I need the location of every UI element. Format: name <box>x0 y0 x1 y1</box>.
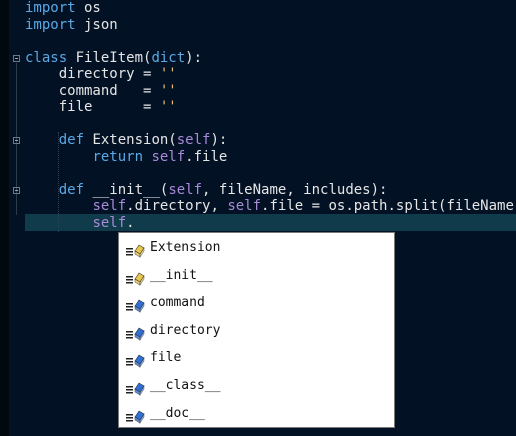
code-token: ): <box>185 49 203 66</box>
code-token: class <box>25 49 68 66</box>
field-icon <box>125 296 147 314</box>
code-line: directory = '' <box>25 66 177 83</box>
code-token: return <box>92 148 144 165</box>
field-icon <box>125 351 147 369</box>
code-token: def <box>58 181 85 198</box>
code-token: self <box>92 214 127 231</box>
code-token: file = <box>25 99 160 115</box>
code-line: def __init__(self, fileName, includes): <box>25 181 388 199</box>
field-icon <box>125 324 147 341</box>
code-token: command = <box>25 82 160 99</box>
method-icon <box>125 241 147 258</box>
code-token: dict <box>151 49 186 66</box>
code-line: return self.file <box>25 149 227 166</box>
autocomplete-popup[interactable]: Extension __init__command directory file __c… <box>118 232 395 428</box>
code-token: self <box>92 198 127 214</box>
code-token: .file = os.path.split(fileName) <box>261 198 516 214</box>
code-token: os <box>75 0 101 16</box>
code-token: directory = <box>25 66 160 82</box>
method-icon <box>125 269 147 286</box>
code-line: import json <box>25 17 118 34</box>
code-token: self <box>151 148 186 165</box>
code-token: __init__( <box>84 181 169 198</box>
autocomplete-item[interactable]: directory <box>119 317 394 344</box>
code-token: self <box>168 181 203 198</box>
autocomplete-item-label: __class__ <box>150 378 221 393</box>
autocomplete-item-label: __doc__ <box>150 405 205 421</box>
fold-toggle-extension[interactable] <box>13 137 20 144</box>
autocomplete-item[interactable]: __class__ <box>119 372 394 399</box>
field-icon <box>125 379 147 396</box>
fold-toggle-class[interactable] <box>13 55 20 62</box>
code-token: '' <box>159 66 177 82</box>
code-token: json <box>75 16 118 33</box>
code-token: ): <box>210 132 228 148</box>
code-token: .file <box>185 148 228 165</box>
code-token: '' <box>159 99 177 115</box>
autocomplete-item-label: __init__ <box>150 267 213 283</box>
code-line: def Extension(self): <box>25 132 228 149</box>
autocomplete-item-label: file <box>150 350 182 366</box>
autocomplete-item[interactable]: file <box>119 344 394 371</box>
editor-gutter <box>0 0 9 436</box>
autocomplete-item-label: command <box>150 295 205 311</box>
code-token: self <box>176 132 211 148</box>
autocomplete-item[interactable]: __init__ <box>119 262 394 289</box>
code-line: self. <box>25 214 135 232</box>
code-token: . <box>126 214 135 231</box>
code-token: Extension( <box>84 132 177 148</box>
autocomplete-item[interactable]: __doc__ <box>119 400 394 427</box>
code-token: import <box>25 0 76 16</box>
code-token: '' <box>159 82 177 99</box>
code-line: import os <box>25 0 101 17</box>
code-token: , fileName, includes): <box>202 181 388 198</box>
code-token: .directory, <box>126 198 228 214</box>
code-line: file = '' <box>25 99 177 116</box>
code-token: FileItem( <box>67 49 152 66</box>
autocomplete-item[interactable]: command <box>119 289 394 316</box>
code-token: import <box>25 16 76 33</box>
code-line: self.directory, self.file = os.path.spli… <box>25 198 516 215</box>
fold-toggle-init[interactable] <box>13 187 20 194</box>
code-token: self <box>227 198 262 214</box>
autocomplete-item-label: Extension <box>150 240 221 255</box>
code-line: command = '' <box>25 83 177 100</box>
autocomplete-item-label: directory <box>150 322 221 338</box>
code-token: def <box>58 132 85 148</box>
code-line: class FileItem(dict): <box>25 50 202 67</box>
field-icon <box>125 407 147 424</box>
autocomplete-item[interactable]: Extension <box>119 234 394 261</box>
